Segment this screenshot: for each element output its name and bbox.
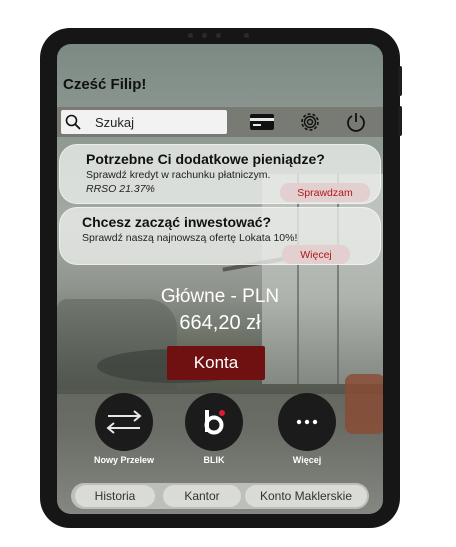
app-screen: Cześć Filip! Szukaj Potrzebne Ci dodatko… [57, 44, 383, 514]
logout-button[interactable] [343, 111, 369, 133]
more-actions-label: Więcej [292, 455, 322, 465]
accounts-button[interactable]: Konta [167, 346, 265, 380]
account-name: Główne - PLN [160, 286, 280, 307]
blik-button[interactable] [185, 393, 243, 451]
card-icon [250, 114, 274, 130]
volume-down-button [398, 106, 402, 136]
card-button[interactable] [249, 111, 275, 133]
blik-icon [204, 410, 225, 435]
new-transfer-label: Nowy Przelew [93, 455, 155, 465]
camera-dot [202, 33, 207, 38]
sensor-dot [188, 33, 193, 38]
offer-title: Chcesz zacząć inwestować? [82, 214, 272, 230]
account-balance: 664,20 zł [179, 312, 261, 334]
transfer-icon [106, 410, 142, 434]
tab-brokerage[interactable]: Konto Maklerskie [245, 485, 367, 507]
window-frame [337, 174, 339, 384]
blik-label: BLIK [203, 455, 225, 465]
settings-button[interactable] [297, 111, 323, 133]
top-toolbar [57, 107, 383, 137]
background-window [262, 174, 383, 384]
sensor-dot [216, 33, 221, 38]
search-input[interactable] [95, 113, 215, 131]
bottom-tab-bar: Historia Kantor Konto Maklerskie [71, 483, 369, 509]
offer-text: Sprawdź kredyt w rachunku płatniczym. [86, 169, 271, 181]
check-offer-button[interactable]: Sprawdzam [280, 183, 370, 202]
more-icon [296, 419, 318, 425]
offer-text: Sprawdź naszą najnowszą ofertę Lokata 10… [82, 232, 298, 244]
offer-card-invest[interactable]: Chcesz zacząć inwestować? Sprawdź naszą … [59, 207, 381, 265]
tablet-frame: Cześć Filip! Szukaj Potrzebne Ci dodatko… [40, 28, 400, 528]
search-icon [65, 114, 81, 130]
power-icon [347, 113, 365, 132]
sensor-dot [244, 33, 249, 38]
tab-history[interactable]: Historia [75, 485, 155, 507]
gear-icon [301, 113, 319, 131]
new-transfer-button[interactable] [95, 393, 153, 451]
search-box[interactable] [61, 110, 227, 134]
offer-title: Potrzebne Ci dodatkowe pieniądze? [86, 151, 325, 167]
offer-card-credit[interactable]: Potrzebne Ci dodatkowe pieniądze? Sprawd… [59, 144, 381, 204]
background-chair [345, 374, 383, 434]
window-frame [297, 174, 299, 384]
more-offer-button[interactable]: Więcej [282, 245, 350, 264]
more-actions-button[interactable] [278, 393, 336, 451]
tab-exchange[interactable]: Kantor [163, 485, 241, 507]
offer-apr: RRSO 21.37% [86, 183, 155, 195]
volume-up-button [398, 66, 402, 96]
greeting-title: Cześć Filip! [63, 76, 147, 93]
